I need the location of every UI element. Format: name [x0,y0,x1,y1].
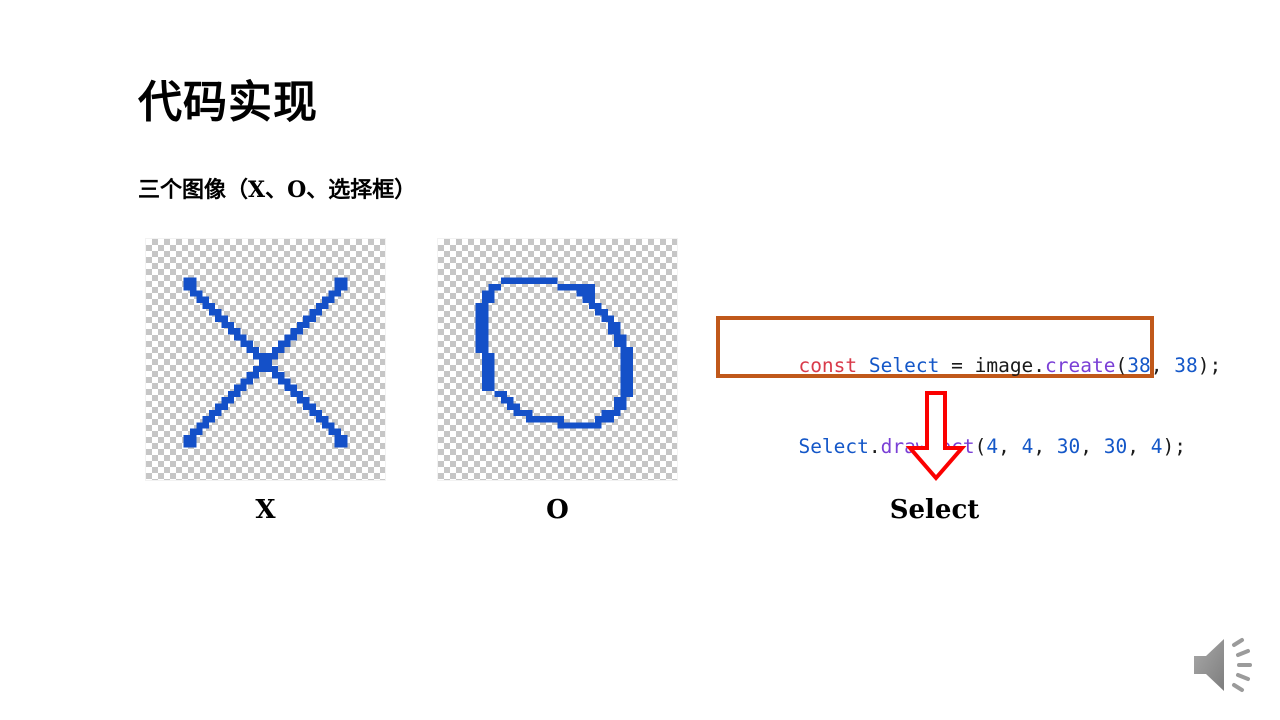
subtitle: 三个图像（X、O、选择框） [138,177,417,203]
red-down-arrow [905,390,967,482]
code-token: 30 [1056,435,1081,458]
caption-o: O [546,495,569,525]
pixel-art-o-icon [475,277,633,429]
code-token: = [939,354,975,377]
pixel-art-o-sprite[interactable] [438,239,677,480]
code-token: image [974,354,1034,377]
speaker-icon [1194,638,1252,692]
code-token: 4 [1021,435,1034,458]
code-token: , [1033,435,1057,458]
code-token: const [798,354,858,377]
code-token: ( [1115,354,1128,377]
arrow-down-icon [905,391,967,482]
code-token: , [998,435,1022,458]
code-token: 4 [1150,435,1163,458]
code-token: ( [974,435,987,458]
code-token: create [1045,354,1116,377]
code-token: , [1080,435,1104,458]
caption-x: X [255,495,276,525]
code-token: . [1033,354,1046,377]
code-token: , [1127,435,1151,458]
code-token: 38 [1127,354,1151,377]
code-token: ); [1162,435,1186,458]
page-title: 代码实现 [138,77,318,128]
pixel-art-x-icon [183,277,348,448]
speaker-audio-icon[interactable] [1190,632,1266,698]
code-token: ); [1197,354,1222,377]
code-token: 38 [1174,354,1198,377]
caption-select: Select [889,495,980,525]
pixel-art-x-sprite[interactable] [146,239,385,480]
code-token: , [1150,354,1175,377]
code-token: 4 [986,435,999,458]
code-token: Select [798,435,869,458]
code-token: 30 [1103,435,1128,458]
code-token: Select [868,354,940,377]
slide-canvas: 代码实现 三个图像（X、O、选择框） X O Select const Sele… [0,0,1280,720]
code-token: . [868,435,881,458]
code-snippet-box[interactable]: const Select = image.create(38, 38); Sel… [716,316,1221,458]
